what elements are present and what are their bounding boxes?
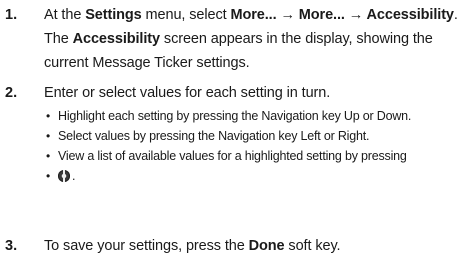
step-text-before: To save your settings, press the xyxy=(44,238,249,254)
step-number: 2. xyxy=(5,85,18,101)
ui-term: More... → More... → Accessibility xyxy=(230,7,454,23)
step-text-run: At the xyxy=(44,7,86,23)
step-text: Enter or select values for each setting … xyxy=(44,85,331,101)
bullet-text: View a list of available values for a hi… xyxy=(58,149,407,163)
step-text-after: soft key. xyxy=(284,238,341,254)
done-soft-key-label: Done xyxy=(248,238,285,254)
step-3: 3. To save your settings, press the Done… xyxy=(0,234,467,258)
bullet-item: Select values by pressing the Navigation… xyxy=(44,126,467,146)
bullet-continuation: . xyxy=(44,166,467,186)
step-text: To save your settings, press the Done so… xyxy=(44,234,464,258)
step-2: 2. Enter or select values for each setti… xyxy=(0,81,467,105)
step-number: 3. xyxy=(5,238,18,254)
step-text-run: menu, select xyxy=(141,7,231,23)
bullet-item: Highlight each setting by pressing the N… xyxy=(44,106,467,126)
step-number: 1. xyxy=(5,7,18,23)
bullet-item: View a list of available values for a hi… xyxy=(44,146,467,166)
navigation-ok-key-icon xyxy=(58,170,70,182)
ui-term: Settings xyxy=(85,7,142,23)
ui-term: Accessibility xyxy=(72,31,160,47)
step-text: At the Settings menu, select More... → M… xyxy=(44,3,464,75)
bullet-end: . xyxy=(72,169,76,183)
bullet-list: Highlight each setting by pressing the N… xyxy=(44,106,467,186)
step-1: 1. At the Settings menu, select More... … xyxy=(0,3,467,75)
